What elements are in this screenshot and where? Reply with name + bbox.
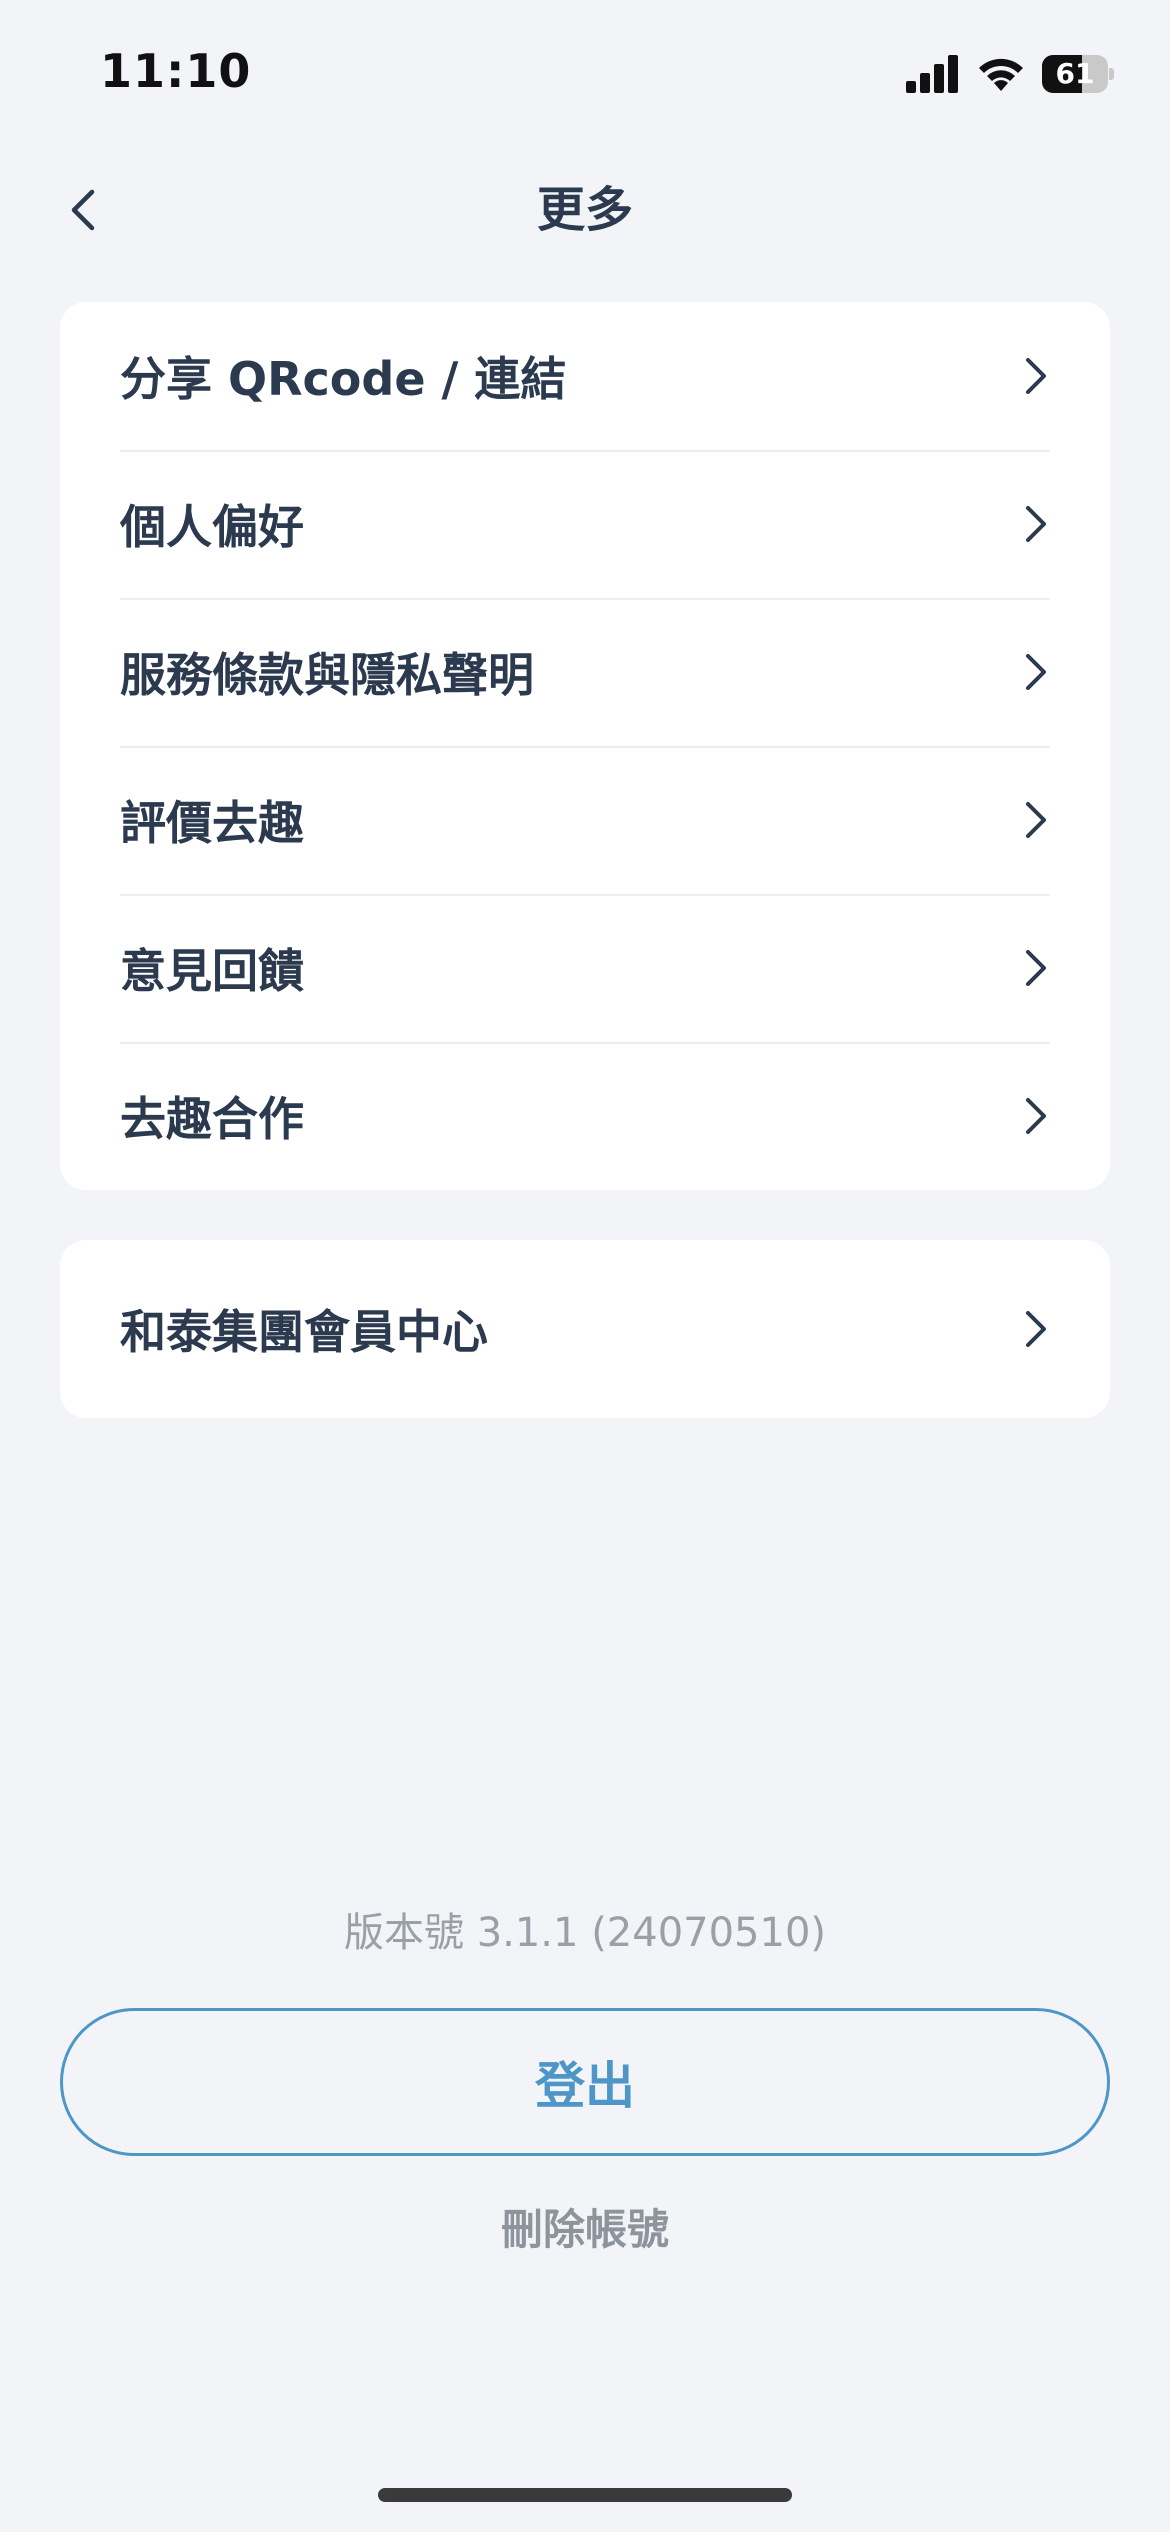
status-bar: 11:10 61 — [0, 0, 1170, 150]
cellular-signal-icon — [906, 55, 958, 93]
menu-item-feedback[interactable]: 意見回饋 — [60, 894, 1110, 1042]
battery-icon: 61 — [1042, 55, 1114, 93]
menu-item-terms-privacy[interactable]: 服務條款與隱私聲明 — [60, 598, 1110, 746]
status-time: 11:10 — [100, 44, 252, 98]
home-indicator[interactable] — [378, 2488, 792, 2502]
status-icons: 61 — [906, 52, 1114, 96]
page-title: 更多 — [536, 182, 633, 238]
menu-item-label: 評價去趣 — [120, 796, 304, 850]
back-button[interactable] — [52, 178, 116, 242]
wifi-icon — [979, 58, 1023, 91]
menu-card-main: 分享 QRcode / 連結 個人偏好 服務條款與隱私聲明 評價去趣 意見回饋 … — [60, 302, 1110, 1190]
chevron-right-icon — [1026, 358, 1046, 394]
menu-item-label: 去趣合作 — [120, 1092, 304, 1146]
chevron-left-icon — [71, 189, 95, 231]
menu-item-label: 意見回饋 — [120, 944, 304, 998]
chevron-right-icon — [1026, 1311, 1046, 1347]
menu-item-rate-app[interactable]: 評價去趣 — [60, 746, 1110, 894]
battery-level: 61 — [1055, 57, 1095, 90]
chevron-right-icon — [1026, 506, 1046, 542]
menu-item-label: 個人偏好 — [120, 500, 304, 554]
menu-item-label: 分享 QRcode / 連結 — [120, 352, 567, 406]
chevron-right-icon — [1026, 654, 1046, 690]
menu-item-label: 和泰集團會員中心 — [120, 1305, 488, 1359]
logout-button[interactable]: 登出 — [60, 2008, 1110, 2156]
chevron-right-icon — [1026, 802, 1046, 838]
delete-account-link[interactable]: 刪除帳號 — [0, 2196, 1170, 2257]
menu-item-label: 服務條款與隱私聲明 — [120, 648, 534, 702]
menu-item-partnership[interactable]: 去趣合作 — [60, 1042, 1110, 1190]
nav-bar: 更多 — [0, 150, 1170, 270]
menu-item-preferences[interactable]: 個人偏好 — [60, 450, 1110, 598]
chevron-right-icon — [1026, 950, 1046, 986]
version-text: 版本號 3.1.1 (24070510) — [343, 1910, 826, 1956]
menu-card-secondary: 和泰集團會員中心 — [60, 1240, 1110, 1418]
menu-item-member-center[interactable]: 和泰集團會員中心 — [60, 1240, 1110, 1418]
menu-item-share-qrcode[interactable]: 分享 QRcode / 連結 — [60, 302, 1110, 450]
chevron-right-icon — [1026, 1098, 1046, 1134]
more-screen: 11:10 61 更多 分享 QRcode / 連結 個人偏好 服務條款與隱私聲… — [0, 0, 1170, 2532]
